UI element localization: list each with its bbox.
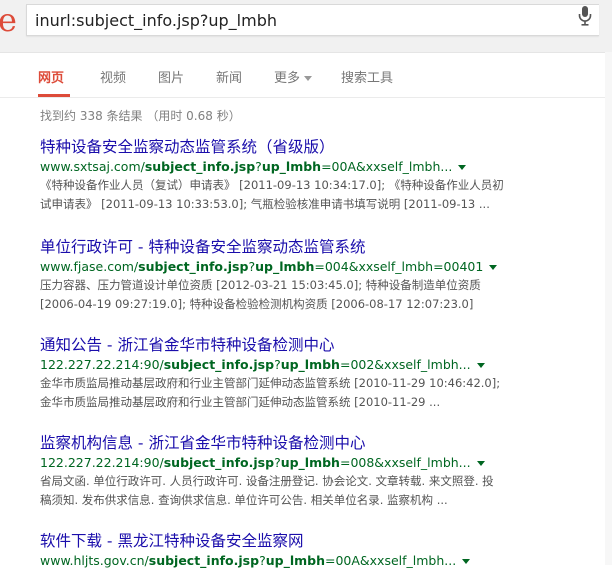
result-url: www.fjase.com/subject_info.jsp?up_lmbh=0… <box>40 258 612 275</box>
result-snippet-line: 试申请表》 [2011-09-13 10:33:53.0]; 气瓶检验核准申请书… <box>40 197 490 211</box>
result-snippet-line: 压力容器、压力管道设计单位资质 [2012-03-21 15:03:45.0];… <box>40 278 481 292</box>
tab-more-label: 更多 <box>274 71 301 86</box>
tab-more[interactable]: 更多 <box>274 67 313 86</box>
result-snippet-line: 省局文函. 单位行政许可. 人员行政许可. 设备注册登记. 协会论文. 文章转载… <box>40 474 494 488</box>
tab-news[interactable]: 新闻 <box>216 67 242 86</box>
url-dropdown-arrow-icon[interactable] <box>476 363 485 368</box>
scrollbar[interactable] <box>605 52 612 565</box>
search-box[interactable] <box>26 4 599 36</box>
tab-search-tools[interactable]: 搜索工具 <box>341 67 393 86</box>
result-snippet-line: 稿须知. 发布供求信息. 查询供求信息. 单位许可公告. 相关单位名录. 监察机… <box>40 493 448 507</box>
result-title-link[interactable]: 监察机构信息 - 浙江省金华市特种设备检测中心 <box>40 433 612 453</box>
search-header: e <box>0 0 612 53</box>
result-title-link[interactable]: 软件下载 - 黑龙江特种设备安全监察网 <box>40 531 612 551</box>
tab-web[interactable]: 网页 <box>38 67 64 86</box>
chevron-down-icon <box>304 76 313 81</box>
search-input[interactable] <box>35 7 555 33</box>
result-snippet-line: [2006-04-19 09:27:19.0]; 特种设备检验检测机构资质 [2… <box>40 297 474 311</box>
active-tab-indicator <box>38 94 70 97</box>
search-result: 监察机构信息 - 浙江省金华市特种设备检测中心 122.227.22.214:9… <box>40 433 612 509</box>
url-dropdown-arrow-icon[interactable] <box>489 265 498 270</box>
result-snippet-line: 金华市质监局推动基层政府和行业主管部门延伸动态监管系统 [2010-11-29 … <box>40 376 501 390</box>
url-dropdown-arrow-icon[interactable] <box>458 165 467 170</box>
search-result: 软件下载 - 黑龙江特种设备安全监察网 www.hljts.gov.cn/sub… <box>40 531 612 569</box>
url-dropdown-arrow-icon[interactable] <box>476 461 485 466</box>
google-logo-fragment[interactable]: e <box>0 4 17 36</box>
search-tabs: 网页 视频 图片 新闻 更多 搜索工具 <box>0 53 612 98</box>
search-result: 通知公告 - 浙江省金华市特种设备检测中心 122.227.22.214:90/… <box>40 335 612 411</box>
result-url: www.sxtsaj.com/subject_info.jsp?up_lmbh=… <box>40 158 612 175</box>
search-result: 特种设备安全监察动态监管系统（省级版） www.sxtsaj.com/subje… <box>40 137 612 213</box>
result-title-link[interactable]: 单位行政许可 - 特种设备安全监察动态监管系统 <box>40 237 612 257</box>
result-snippet-line: 《特种设备作业人员（复试）申请表》 [2011-09-13 10:34:17.0… <box>40 178 504 192</box>
url-dropdown-arrow-icon[interactable] <box>462 559 471 564</box>
result-url: www.hljts.gov.cn/subject_info.jsp?up_lmb… <box>40 552 612 569</box>
search-result: 单位行政许可 - 特种设备安全监察动态监管系统 www.fjase.com/su… <box>40 237 612 313</box>
microphone-icon[interactable] <box>578 6 592 26</box>
result-title-link[interactable]: 通知公告 - 浙江省金华市特种设备检测中心 <box>40 335 612 355</box>
result-snippet-line: 金华市质监局推动基层政府和行业主管部门延伸动态监管系统 [2010-11-29 … <box>40 395 441 409</box>
tab-video[interactable]: 视频 <box>100 67 126 86</box>
tab-images[interactable]: 图片 <box>158 67 184 86</box>
result-title-link[interactable]: 特种设备安全监察动态监管系统（省级版） <box>40 137 612 157</box>
result-stats: 找到约 338 条结果 （用时 0.68 秒） <box>40 109 241 123</box>
result-url: 122.227.22.214:90/subject_info.jsp?up_lm… <box>40 356 612 373</box>
result-url: 122.227.22.214:90/subject_info.jsp?up_lm… <box>40 454 612 471</box>
